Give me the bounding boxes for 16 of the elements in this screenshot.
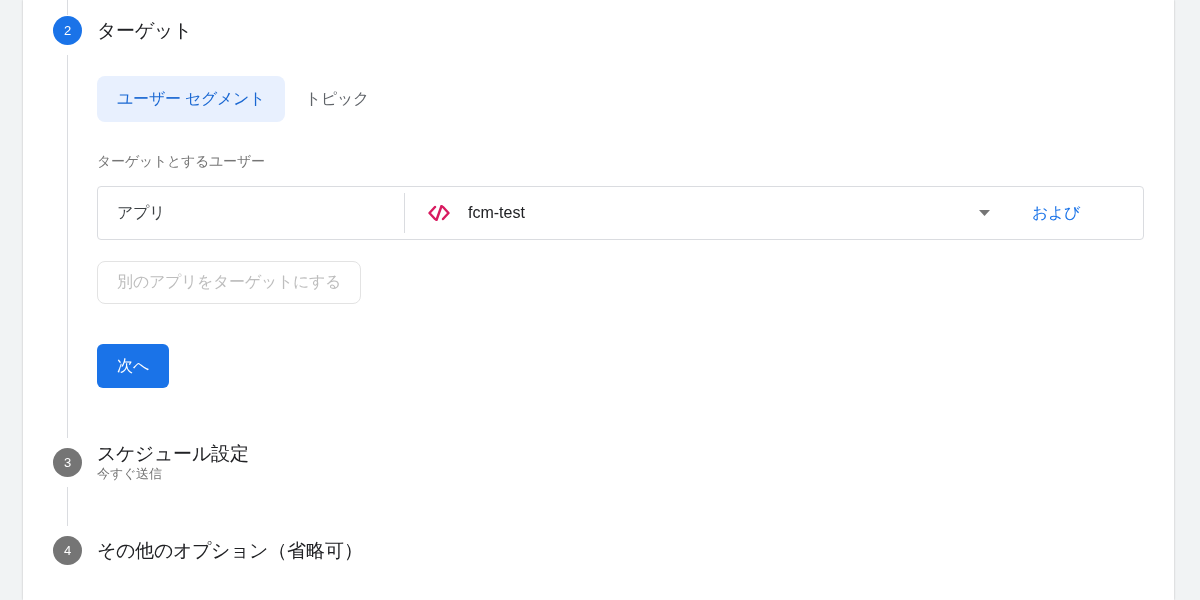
app-select[interactable]: fcm-test <box>405 187 1032 239</box>
segment-tab[interactable]: トピック <box>285 76 390 122</box>
step-number: 2 <box>53 16 82 45</box>
segment-tab[interactable]: ユーザー セグメント <box>97 76 286 122</box>
step-number: 4 <box>53 536 82 565</box>
next-button[interactable]: 次へ <box>97 344 169 388</box>
code-icon <box>427 205 451 221</box>
step-title: ターゲット <box>97 19 192 42</box>
step-number: 3 <box>53 448 82 477</box>
condition-field: アプリ <box>98 202 404 224</box>
step-title: スケジュール設定 <box>97 443 249 465</box>
step-title: その他のオプション（省略可） <box>97 539 363 562</box>
step-subtitle: 今すぐ送信 <box>97 465 163 482</box>
and-link[interactable]: および <box>1032 198 1080 228</box>
audience-label: ターゲットとするユーザー <box>97 152 266 171</box>
dropdown-caret-icon <box>979 210 990 216</box>
